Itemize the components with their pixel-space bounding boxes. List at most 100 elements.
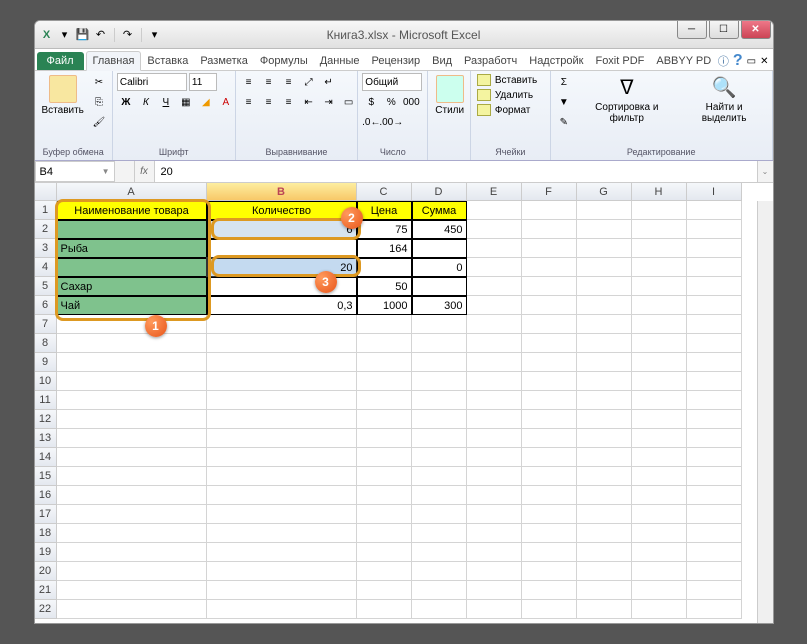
cell-G5[interactable] [577, 277, 632, 296]
cell-G10[interactable] [577, 372, 632, 391]
cell-A6[interactable]: Чай [57, 296, 207, 315]
cell-F9[interactable] [522, 353, 577, 372]
cell-A18[interactable] [57, 524, 207, 543]
row-header-4[interactable]: 4 [35, 258, 57, 277]
tab-foxit[interactable]: Foxit PDF [589, 52, 650, 70]
cell-D2[interactable]: 450 [412, 220, 467, 239]
cell-G17[interactable] [577, 505, 632, 524]
merge-icon[interactable]: ▭ [340, 93, 358, 111]
orientation-icon[interactable]: ⤢ [300, 73, 318, 91]
cell-G8[interactable] [577, 334, 632, 353]
cell-F15[interactable] [522, 467, 577, 486]
cell-E8[interactable] [467, 334, 522, 353]
row-header-12[interactable]: 12 [35, 410, 57, 429]
cell-A1[interactable]: Наименование товара [57, 201, 207, 220]
cell-A15[interactable] [57, 467, 207, 486]
delete-cells-button[interactable]: Удалить [475, 88, 539, 102]
cell-A2[interactable] [57, 220, 207, 239]
cell-B10[interactable] [207, 372, 357, 391]
row-header-21[interactable]: 21 [35, 581, 57, 600]
col-header-H[interactable]: H [632, 183, 687, 201]
cell-H22[interactable] [632, 600, 687, 619]
cell-F21[interactable] [522, 581, 577, 600]
cell-G19[interactable] [577, 543, 632, 562]
cell-A13[interactable] [57, 429, 207, 448]
save-icon[interactable]: 💾 [75, 27, 91, 43]
cell-A20[interactable] [57, 562, 207, 581]
inc-decimal-icon[interactable]: .0← [362, 113, 380, 131]
cell-B7[interactable] [207, 315, 357, 334]
tab-abbyy[interactable]: ABBYY PD [650, 52, 717, 70]
row-header-17[interactable]: 17 [35, 505, 57, 524]
cell-B14[interactable] [207, 448, 357, 467]
cell-D14[interactable] [412, 448, 467, 467]
cell-D18[interactable] [412, 524, 467, 543]
cell-C15[interactable] [357, 467, 412, 486]
cell-E9[interactable] [467, 353, 522, 372]
styles-button[interactable]: Стили [432, 73, 467, 118]
cell-B12[interactable] [207, 410, 357, 429]
cell-D11[interactable] [412, 391, 467, 410]
cell-C6[interactable]: 1000 [357, 296, 412, 315]
cell-C9[interactable] [357, 353, 412, 372]
cell-H12[interactable] [632, 410, 687, 429]
indent-dec-icon[interactable]: ⇤ [300, 93, 318, 111]
comma-icon[interactable]: 000 [402, 93, 420, 111]
col-header-G[interactable]: G [577, 183, 632, 201]
workbook-close-icon[interactable]: ✕ [760, 56, 768, 67]
cell-A3[interactable]: Рыба [57, 239, 207, 258]
cell-D16[interactable] [412, 486, 467, 505]
cell-I4[interactable] [687, 258, 742, 277]
cell-H2[interactable] [632, 220, 687, 239]
col-header-A[interactable]: A [57, 183, 207, 201]
cell-B13[interactable] [207, 429, 357, 448]
font-name-select[interactable] [117, 73, 187, 91]
cell-A5[interactable]: Сахар [57, 277, 207, 296]
copy-icon[interactable]: ⎘ [90, 93, 108, 111]
cell-C22[interactable] [357, 600, 412, 619]
window-restore-icon[interactable]: ▭ [747, 56, 756, 67]
cell-B19[interactable] [207, 543, 357, 562]
row-header-18[interactable]: 18 [35, 524, 57, 543]
tab-home[interactable]: Главная [86, 51, 142, 71]
cell-F1[interactable] [522, 201, 577, 220]
minimize-button[interactable]: ─ [677, 21, 707, 39]
row-header-15[interactable]: 15 [35, 467, 57, 486]
cell-B2[interactable]: 6 [207, 220, 357, 239]
undo-icon[interactable]: ↶ [93, 27, 109, 43]
cell-D3[interactable] [412, 239, 467, 258]
cell-I21[interactable] [687, 581, 742, 600]
col-header-C[interactable]: C [357, 183, 412, 201]
cell-H19[interactable] [632, 543, 687, 562]
row-header-19[interactable]: 19 [35, 543, 57, 562]
cell-D4[interactable]: 0 [412, 258, 467, 277]
cell-E20[interactable] [467, 562, 522, 581]
align-bottom-icon[interactable]: ≡ [280, 73, 298, 91]
percent-icon[interactable]: % [382, 93, 400, 111]
paste-button[interactable]: Вставить [39, 73, 87, 118]
align-center-icon[interactable]: ≡ [260, 93, 278, 111]
cell-C2[interactable]: 75 [357, 220, 412, 239]
cell-E18[interactable] [467, 524, 522, 543]
cell-F16[interactable] [522, 486, 577, 505]
cell-E10[interactable] [467, 372, 522, 391]
bold-button[interactable]: Ж [117, 93, 135, 111]
row-header-16[interactable]: 16 [35, 486, 57, 505]
cell-E19[interactable] [467, 543, 522, 562]
align-top-icon[interactable]: ≡ [240, 73, 258, 91]
cell-B3[interactable] [207, 239, 357, 258]
borders-button[interactable]: ▦ [177, 93, 195, 111]
cell-A22[interactable] [57, 600, 207, 619]
cell-B18[interactable] [207, 524, 357, 543]
cell-D13[interactable] [412, 429, 467, 448]
cell-D19[interactable] [412, 543, 467, 562]
cell-E11[interactable] [467, 391, 522, 410]
cell-I11[interactable] [687, 391, 742, 410]
cell-G9[interactable] [577, 353, 632, 372]
cell-A16[interactable] [57, 486, 207, 505]
name-box[interactable]: B4 ▼ [35, 161, 115, 182]
tab-view[interactable]: Вид [426, 52, 458, 70]
cell-F12[interactable] [522, 410, 577, 429]
cell-H1[interactable] [632, 201, 687, 220]
cell-G20[interactable] [577, 562, 632, 581]
